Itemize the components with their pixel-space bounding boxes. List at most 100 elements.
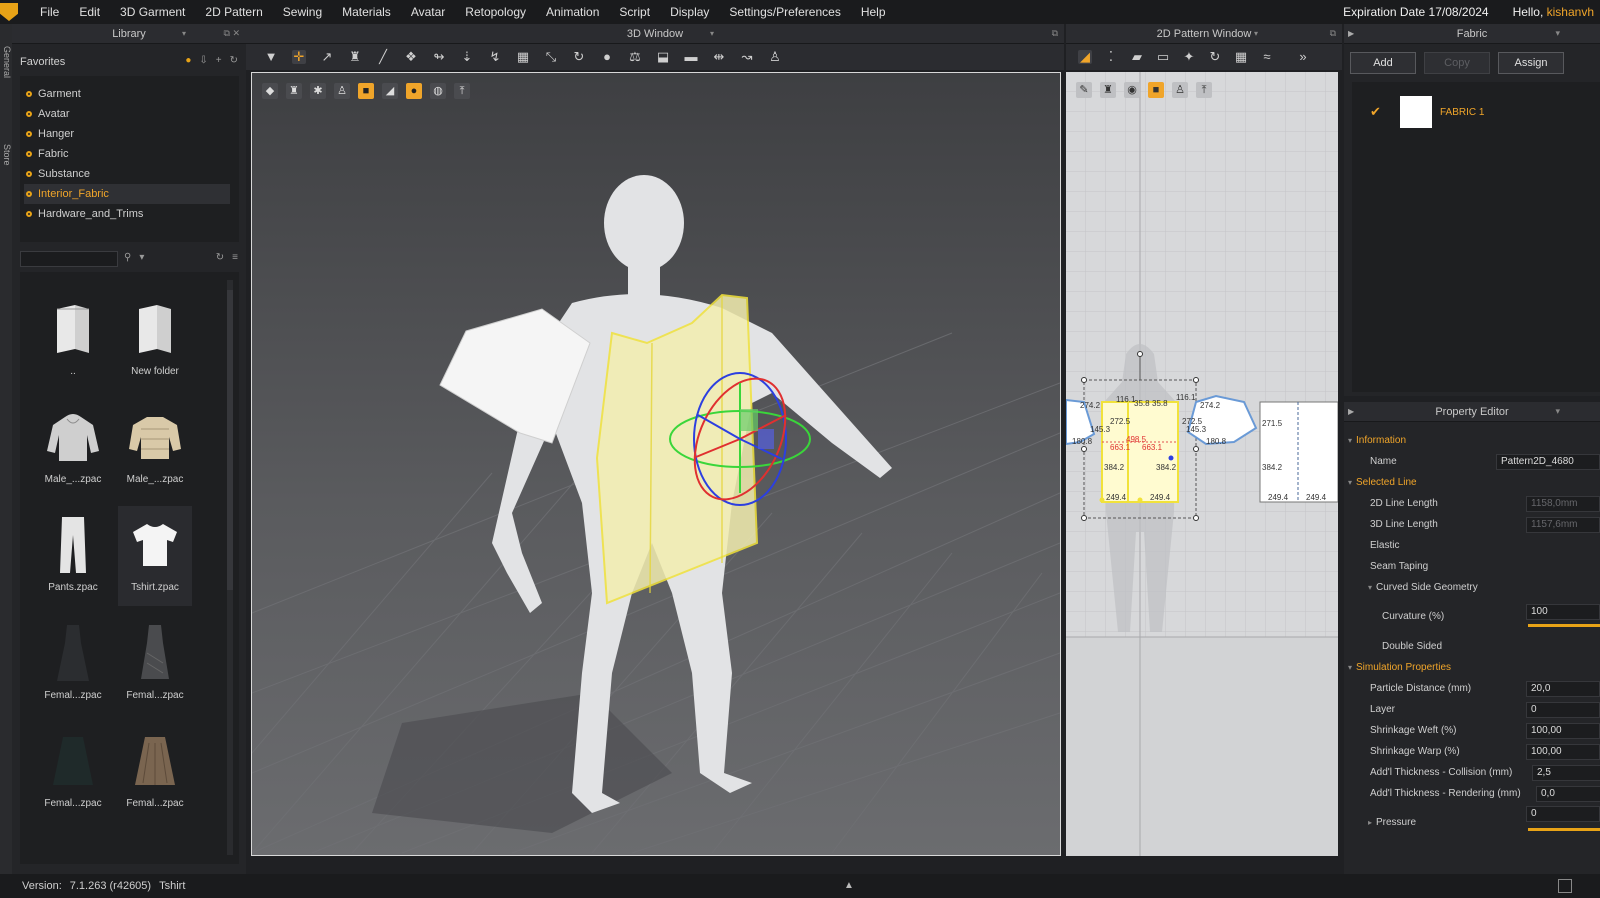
panel-arrow-icon[interactable]: ▶ <box>1348 407 1354 416</box>
section-information[interactable]: ▾ Information <box>1344 430 1600 451</box>
tape-icon[interactable]: ⬓ <box>656 50 670 64</box>
menu-avatar[interactable]: Avatar <box>401 5 455 19</box>
fabric-dropdown-icon[interactable]: ▾ <box>1555 28 1560 39</box>
collision-field[interactable]: 2,5 <box>1532 764 1600 781</box>
library-item-tshirt[interactable]: Tshirt.zpac <box>118 506 192 606</box>
show-avatar-2d-icon[interactable]: ♙ <box>1172 82 1188 98</box>
add-fabric-button[interactable]: Add <box>1350 52 1416 74</box>
curvature-slider[interactable] <box>1528 624 1600 627</box>
library-item-parent-folder[interactable]: .. <box>36 290 110 390</box>
split-icon[interactable]: ⇹ <box>712 50 726 64</box>
library-scrollbar[interactable] <box>227 280 233 855</box>
library-search-input[interactable] <box>20 251 118 267</box>
tuck-icon[interactable]: ↬ <box>432 50 446 64</box>
snapshot-icon[interactable]: ⤒ <box>454 83 470 99</box>
cut-icon[interactable]: ▬ <box>684 50 698 64</box>
world-icon[interactable]: ◍ <box>430 83 446 99</box>
favorite-hardware-trims[interactable]: Hardware_and_Trims <box>24 204 230 224</box>
window3d-undock-icon[interactable]: ⧉ <box>1052 28 1058 39</box>
texture-2d-icon[interactable]: ▦ <box>1234 50 1248 64</box>
lines-icon[interactable]: ≈ <box>1260 50 1274 64</box>
sewing-lines-icon[interactable]: ◉ <box>1124 82 1140 98</box>
search-icon[interactable]: ⚲ <box>124 252 131 263</box>
library-item-pants[interactable]: Pants.zpac <box>36 506 110 606</box>
assign-fabric-button[interactable]: Assign <box>1498 52 1564 74</box>
menu-retopology[interactable]: Retopology <box>455 5 536 19</box>
pattern-piece-back[interactable] <box>1259 401 1338 503</box>
avatar-display-icon[interactable]: ● <box>406 83 422 99</box>
expand-up-icon[interactable]: ▲ <box>844 880 854 891</box>
menu-script[interactable]: Script <box>609 5 660 19</box>
select-mesh-icon[interactable]: ▼ <box>264 50 278 64</box>
seam-icon[interactable]: ↝ <box>740 50 754 64</box>
chevron-down-icon[interactable]: ▾ <box>139 252 144 263</box>
tab-general[interactable]: General <box>0 46 12 78</box>
favorite-garment[interactable]: Garment <box>24 84 230 104</box>
pen-tool-icon[interactable]: ✎ <box>1076 82 1092 98</box>
copy-fabric-button[interactable]: Copy <box>1424 52 1490 74</box>
weight-icon[interactable]: ⚖ <box>628 50 642 64</box>
lighting-icon[interactable]: ◢ <box>382 83 398 99</box>
dart-icon[interactable]: ✦ <box>1182 50 1196 64</box>
viewport-3d[interactable]: ◆ ♜ ✱ ♙ ■ ◢ ● ◍ ⤒ <box>251 72 1061 856</box>
weft-field[interactable]: 100,00 <box>1526 722 1600 739</box>
fabric-item[interactable]: ✔ FABRIC 1 <box>1352 92 1600 132</box>
refresh-icon[interactable]: ↻ <box>216 252 224 263</box>
scrollbar-thumb[interactable] <box>227 290 233 590</box>
fold-3d-icon[interactable]: ↯ <box>488 50 502 64</box>
sewing-icon[interactable]: ↻ <box>1208 50 1222 64</box>
library-item-female-skirt-1[interactable]: Femal...zpac <box>36 722 110 822</box>
menu-animation[interactable]: Animation <box>536 5 609 19</box>
prop-elastic[interactable]: Elastic <box>1344 535 1600 556</box>
panel-close-icon[interactable]: ⧉ ✕ <box>224 28 240 39</box>
pressure-field[interactable]: 0 <box>1526 806 1600 822</box>
prop-seam-taping[interactable]: Seam Taping <box>1344 556 1600 577</box>
polygon-icon[interactable]: ▰ <box>1130 50 1144 64</box>
library-item-hoodie[interactable]: Male_...zpac <box>36 398 110 498</box>
show-garment-icon[interactable]: ♜ <box>286 83 302 99</box>
prop-double-sided[interactable]: Double Sided <box>1344 636 1600 657</box>
library-dropdown-icon[interactable]: ▾ <box>182 29 186 38</box>
transform-pattern-icon[interactable]: ◢ <box>1078 50 1092 64</box>
viewport-2d[interactable]: 274.2 272.5 116.1 35.8 35.8 116.1 272.5 … <box>1066 72 1338 856</box>
favorite-hanger[interactable]: Hanger <box>24 124 230 144</box>
window-layout-icon[interactable] <box>1558 879 1572 893</box>
library-item-puffer-jacket[interactable]: Male_...zpac <box>118 398 192 498</box>
garment-select-icon[interactable]: ♜ <box>348 50 362 64</box>
list-view-icon[interactable]: ≡ <box>232 252 238 263</box>
fold-arrange-icon[interactable]: ❖ <box>404 50 418 64</box>
move-tool-icon[interactable]: ✛ <box>292 50 306 64</box>
prop-pressure[interactable]: ▸ Pressure 0 <box>1344 806 1600 836</box>
export-icon[interactable]: ⤒ <box>1196 82 1212 98</box>
add-icon[interactable]: + <box>216 55 222 66</box>
texture-view-icon[interactable]: ■ <box>358 83 374 99</box>
menu-materials[interactable]: Materials <box>332 5 401 19</box>
grid-icon[interactable]: ▦ <box>516 50 530 64</box>
tab-store[interactable]: Store <box>0 144 12 166</box>
menu-settings[interactable]: Settings/Preferences <box>719 5 850 19</box>
favorite-star-icon[interactable]: ● <box>185 55 191 66</box>
show-trims-icon[interactable]: ✱ <box>310 83 326 99</box>
display-mode-icon[interactable]: ◆ <box>262 83 278 99</box>
pressure-slider[interactable] <box>1528 828 1600 831</box>
user-name[interactable]: kishanvh <box>1547 5 1594 19</box>
refresh-icon[interactable]: ↻ <box>230 55 238 66</box>
menu-file[interactable]: File <box>30 5 69 19</box>
favorite-interior-fabric[interactable]: Interior_Fabric <box>24 184 230 204</box>
property-dropdown-icon[interactable]: ▾ <box>1555 406 1560 417</box>
pin-tool-icon[interactable]: ╱ <box>376 50 390 64</box>
menu-help[interactable]: Help <box>851 5 896 19</box>
favorite-substance[interactable]: Substance <box>24 164 230 184</box>
layer-field[interactable]: 0 <box>1526 701 1600 718</box>
window2d-undock-icon[interactable]: ⧉ <box>1330 28 1336 39</box>
strengthen-icon[interactable]: ↻ <box>572 50 586 64</box>
favorite-avatar[interactable]: Avatar <box>24 104 230 124</box>
curvature-field[interactable]: 100 <box>1526 604 1600 620</box>
rendering-field[interactable]: 0,0 <box>1536 785 1600 802</box>
library-item-female-dress-2[interactable]: Femal...zpac <box>118 614 192 714</box>
texture-2d-view-icon[interactable]: ■ <box>1148 82 1164 98</box>
section-selected-line[interactable]: ▾ Selected Line <box>1344 472 1600 493</box>
more-tools-icon[interactable]: » <box>1296 50 1310 64</box>
menu-sewing[interactable]: Sewing <box>273 5 332 19</box>
menu-2d-pattern[interactable]: 2D Pattern <box>195 5 272 19</box>
